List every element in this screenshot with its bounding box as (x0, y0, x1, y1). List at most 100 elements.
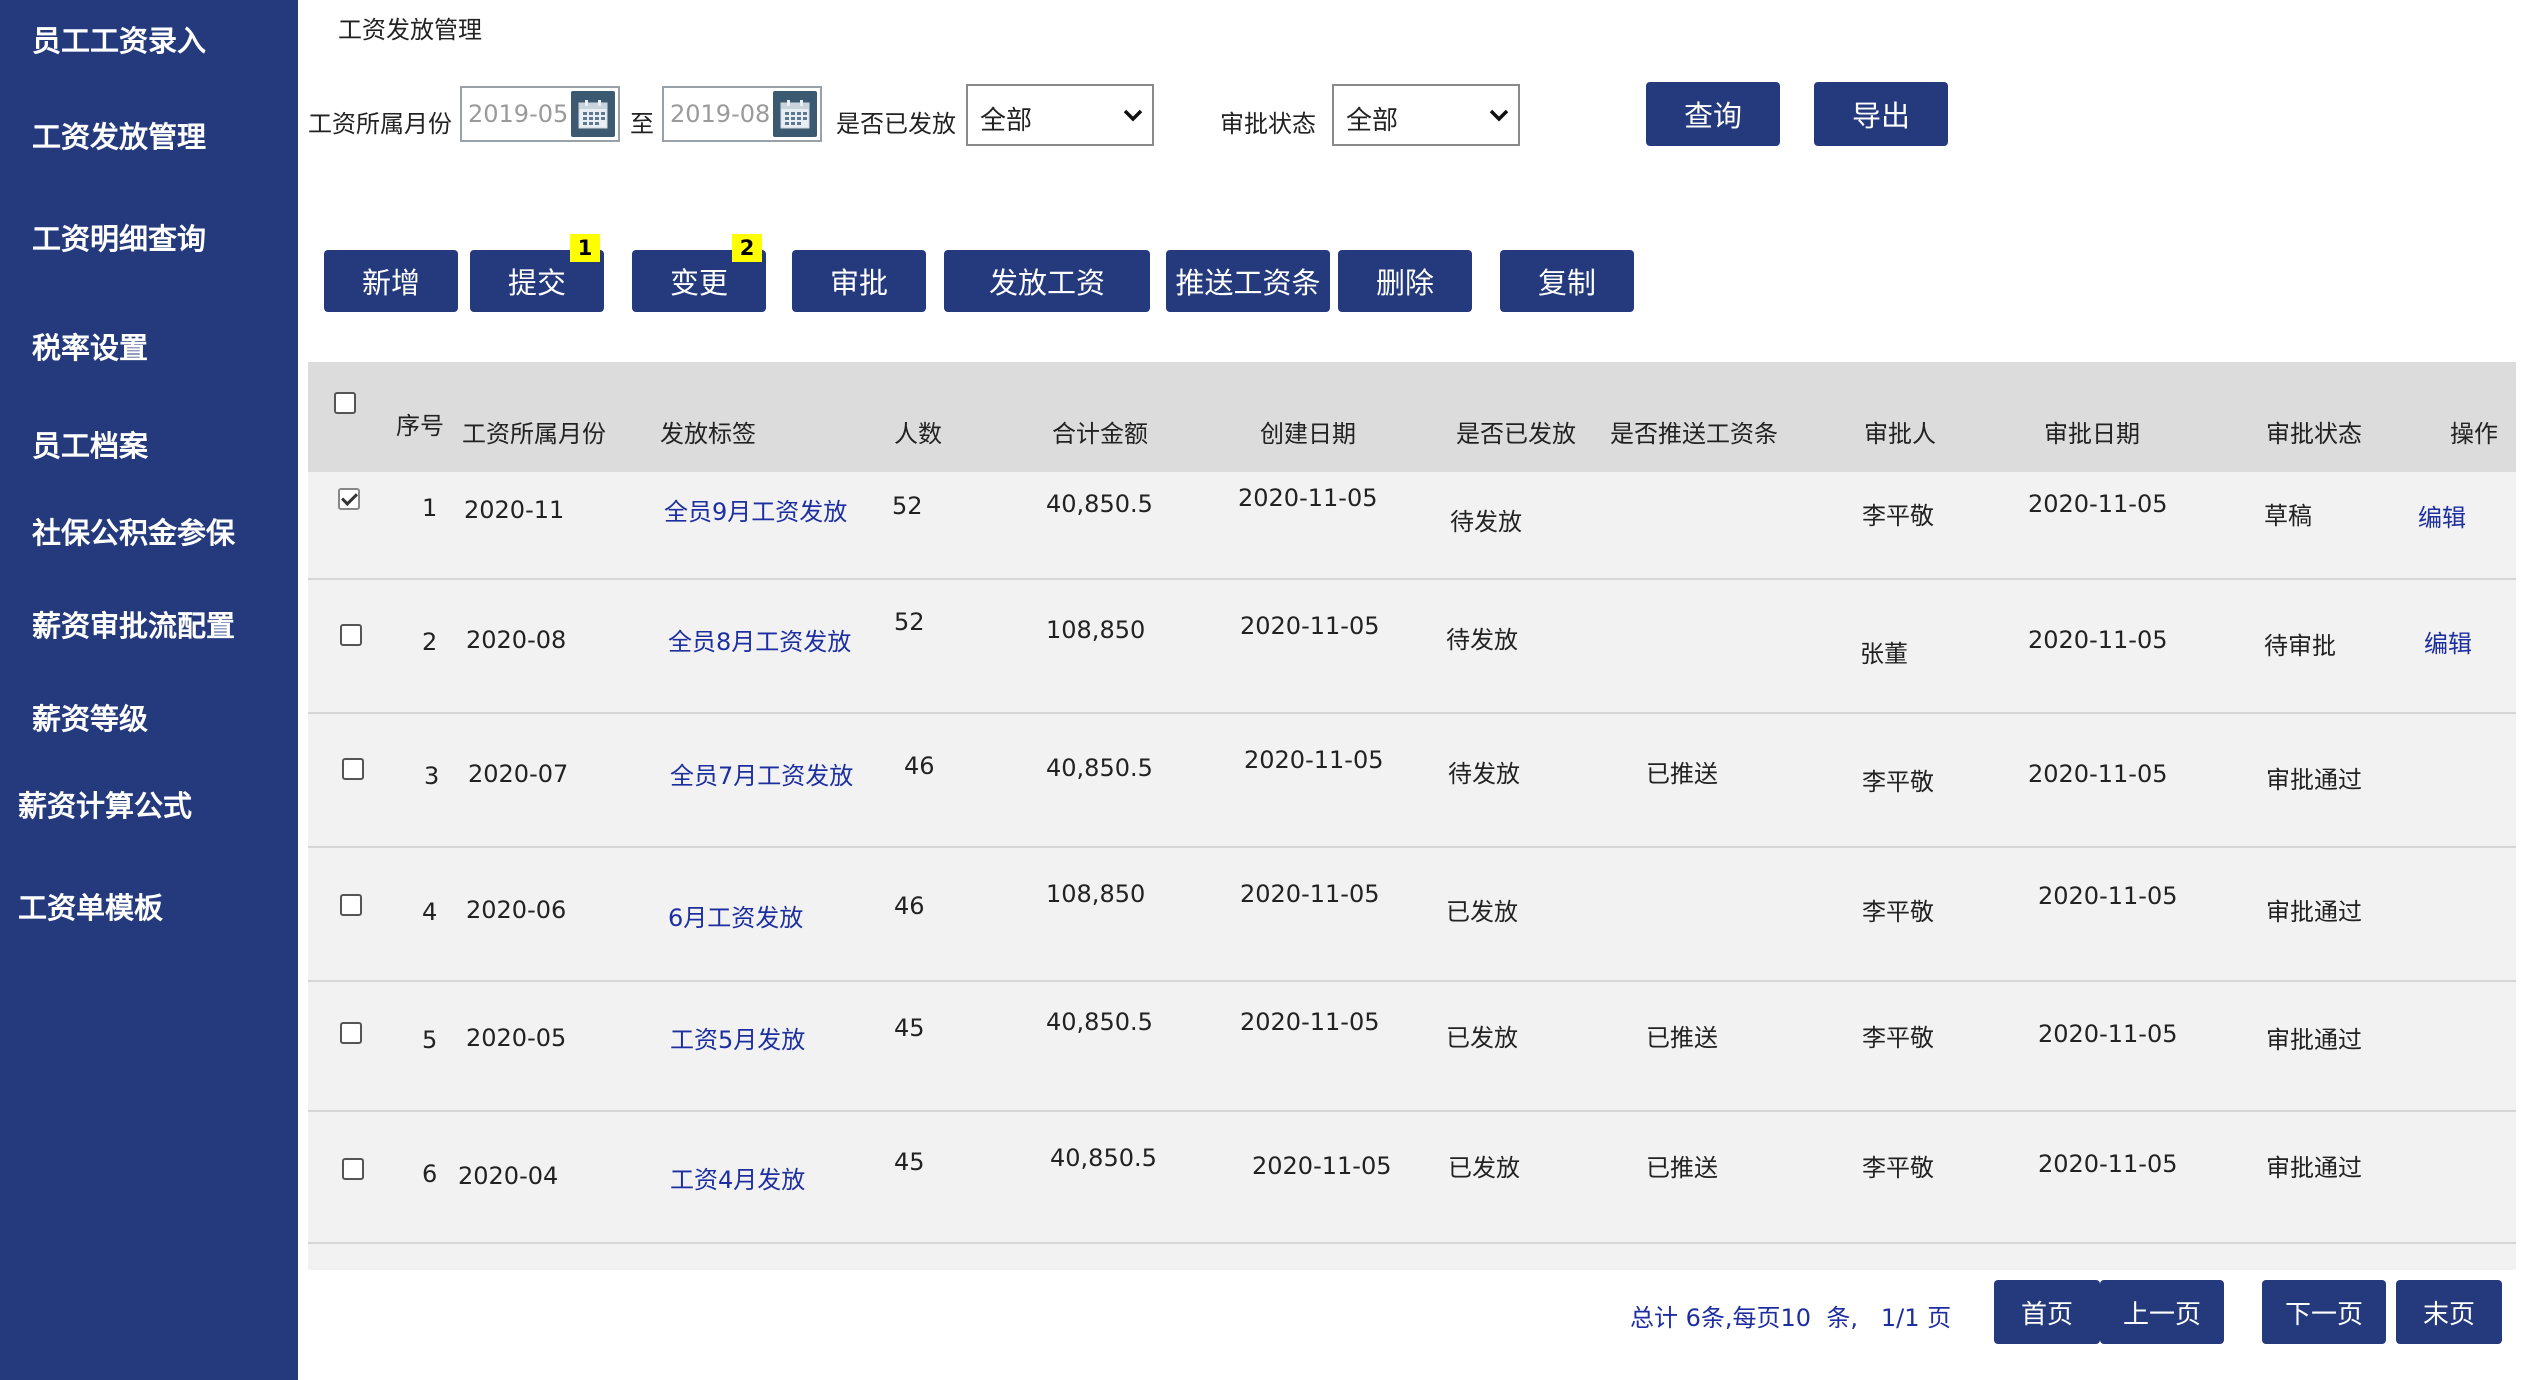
row-approve-date: 2020-11-05 (2028, 626, 2168, 654)
row-issued: 已发放 (1446, 1024, 1518, 1052)
export-button[interactable]: 导出 (1814, 82, 1948, 146)
row-no: 5 (422, 1026, 438, 1054)
row-checkbox[interactable] (342, 1158, 364, 1180)
last-page-button[interactable]: 末页 (2396, 1280, 2502, 1344)
next-page-button[interactable]: 下一页 (2262, 1280, 2386, 1344)
month-to-field[interactable]: 2019-08 (662, 86, 822, 142)
row-count: 45 (894, 1014, 925, 1042)
header-pushed: 是否推送工资条 (1610, 420, 1778, 448)
month-to-value: 2019-08 (670, 100, 771, 128)
row-tag-link[interactable]: 6月工资发放 (668, 898, 803, 933)
row-tag-link[interactable]: 工资5月发放 (670, 1020, 805, 1055)
row-approver: 李平敬 (1862, 502, 1934, 530)
header-amount: 合计金额 (1052, 420, 1148, 448)
prev-page-button[interactable]: 上一页 (2100, 1280, 2224, 1344)
row-tag-link[interactable]: 全员7月工资发放 (670, 756, 853, 791)
sidebar-item-employee-records[interactable]: 员工档案 (32, 423, 148, 465)
row-approve-date: 2020-11-05 (2038, 1020, 2178, 1048)
sidebar-item-salary-grade[interactable]: 薪资等级 (32, 696, 148, 738)
row-issued: 已发放 (1446, 898, 1518, 926)
row-issued: 待发放 (1448, 760, 1520, 788)
row-tag-link[interactable]: 工资4月发放 (670, 1160, 805, 1195)
row-amount: 108,850 (1046, 616, 1146, 644)
approval-select[interactable]: 全部 (1332, 84, 1520, 146)
approve-button[interactable]: 审批 (792, 250, 926, 312)
row-tag-link[interactable]: 全员8月工资发放 (668, 622, 851, 657)
row-checkbox[interactable] (340, 624, 362, 646)
chevron-down-icon (1123, 109, 1143, 122)
row-created: 2020-11-05 (1240, 880, 1380, 908)
row-tag-link[interactable]: 全员9月工资发放 (664, 492, 847, 527)
row-checkbox[interactable] (338, 488, 360, 510)
approval-filter-label: 审批状态 (1220, 110, 1316, 138)
row-approve-date: 2020-11-05 (2028, 760, 2168, 788)
pagination-info: 总计 6条,每页10 条, 1/1 页 (1630, 1304, 1952, 1332)
month-from-field[interactable]: 2019-05 (460, 86, 620, 142)
sidebar-item-salary-details[interactable]: 工资明细查询 (32, 216, 206, 258)
row-approver: 李平敬 (1862, 768, 1934, 796)
sidebar-item-salary-payment[interactable]: 工资发放管理 (32, 114, 206, 156)
sidebar-item-salary-formula[interactable]: 薪资计算公式 (18, 783, 192, 825)
submit-count-badge: 1 (570, 234, 600, 262)
sidebar-item-approval-flow[interactable]: 薪资审批流配置 (32, 603, 235, 645)
sidebar-item-payslip-template[interactable]: 工资单模板 (18, 885, 163, 927)
row-status: 审批通过 (2266, 1026, 2362, 1054)
row-edit-link[interactable]: 编辑 (2418, 498, 2466, 533)
calendar-icon[interactable] (773, 91, 817, 137)
row-count: 52 (894, 608, 925, 636)
row-month: 2020-04 (458, 1162, 559, 1190)
row-approve-date: 2020-11-05 (2028, 490, 2168, 518)
query-button[interactable]: 查询 (1646, 82, 1780, 146)
row-approver: 李平敬 (1862, 898, 1934, 926)
issued-filter-label: 是否已发放 (836, 110, 956, 138)
approval-select-value: 全部 (1346, 106, 1399, 136)
chevron-down-icon (1489, 109, 1509, 122)
row-approve-date: 2020-11-05 (2038, 1150, 2178, 1178)
row-count: 45 (894, 1148, 925, 1176)
salary-table: 序号 工资所属月份 发放标签 人数 合计金额 创建日期 是否已发放 是否推送工资… (308, 362, 2516, 1270)
row-created: 2020-11-05 (1244, 746, 1384, 774)
sidebar-item-tax-rate[interactable]: 税率设置 (32, 325, 148, 367)
row-divider (308, 578, 2516, 580)
calendar-icon[interactable] (571, 91, 615, 137)
header-status: 审批状态 (2266, 420, 2362, 448)
row-month: 2020-05 (466, 1024, 567, 1052)
row-month: 2020-08 (466, 626, 567, 654)
row-pushed: 已推送 (1646, 760, 1718, 788)
row-checkbox[interactable] (340, 894, 362, 916)
copy-button[interactable]: 复制 (1500, 250, 1634, 312)
row-divider (308, 1110, 2516, 1112)
row-checkbox[interactable] (340, 1022, 362, 1044)
select-all-checkbox[interactable] (334, 392, 356, 414)
issued-select[interactable]: 全部 (966, 84, 1154, 146)
row-month: 2020-11 (464, 496, 565, 524)
row-status: 审批通过 (2266, 766, 2362, 794)
row-count: 52 (892, 492, 923, 520)
delete-button[interactable]: 删除 (1338, 250, 1472, 312)
row-edit-link[interactable]: 编辑 (2424, 624, 2472, 659)
first-page-button[interactable]: 首页 (1994, 1280, 2100, 1344)
header-no: 序号 (396, 412, 444, 440)
row-no: 6 (422, 1160, 438, 1188)
row-issued: 已发放 (1448, 1154, 1520, 1182)
row-divider (308, 1242, 2516, 1244)
to-label: 至 (630, 110, 654, 138)
row-created: 2020-11-05 (1238, 484, 1378, 512)
month-filter-label: 工资所属月份 (308, 110, 452, 138)
pay-salary-button[interactable]: 发放工资 (944, 250, 1150, 312)
sidebar: 员工工资录入 工资发放管理 工资明细查询 税率设置 员工档案 社保公积金参保 薪… (0, 0, 298, 1380)
row-amount: 40,850.5 (1046, 1008, 1153, 1036)
row-checkbox[interactable] (342, 758, 364, 780)
sidebar-item-salary-entry[interactable]: 员工工资录入 (32, 18, 206, 60)
push-payslip-button[interactable]: 推送工资条 (1166, 250, 1330, 312)
row-amount: 108,850 (1046, 880, 1146, 908)
row-amount: 40,850.5 (1046, 754, 1153, 782)
add-button[interactable]: 新增 (324, 250, 458, 312)
row-no: 1 (422, 494, 438, 522)
row-status: 审批通过 (2266, 898, 2362, 926)
row-created: 2020-11-05 (1252, 1152, 1392, 1180)
row-pushed: 已推送 (1646, 1024, 1718, 1052)
sidebar-item-social-insurance[interactable]: 社保公积金参保 (32, 510, 235, 552)
header-tag: 发放标签 (660, 420, 756, 448)
row-approver: 李平敬 (1862, 1024, 1934, 1052)
